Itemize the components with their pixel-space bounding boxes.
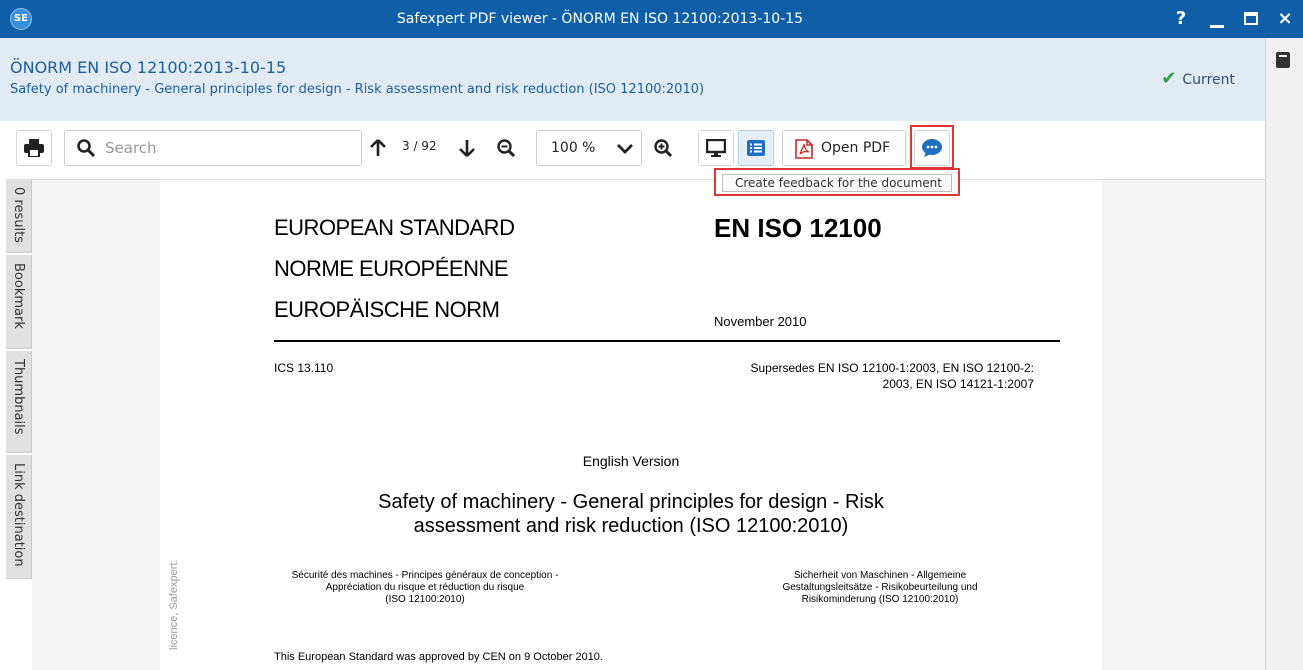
tab-link-destination[interactable]: Link destination <box>6 455 32 579</box>
divider <box>274 340 1060 342</box>
approval-statement: This European Standard was approved by C… <box>274 651 603 663</box>
supersedes-line-2: 2003, EN ISO 14121-1:2007 <box>882 377 1034 391</box>
german-title: Sicherheit von Maschinen - Allgemeine Ge… <box>730 570 1030 606</box>
presentation-mode-button[interactable] <box>698 130 734 166</box>
print-button[interactable] <box>16 130 52 166</box>
tab-label: Bookmark <box>11 263 26 329</box>
main-title-line-1: Safety of machinery - General principles… <box>378 491 884 513</box>
checkmark-icon: ✔ <box>1161 68 1177 89</box>
supersedes-line-1: Supersedes EN ISO 12100-1:2003, EN ISO 1… <box>750 361 1034 375</box>
zoom-in-icon[interactable] <box>654 139 672 157</box>
german-title-line: Risikominderung (ISO 12100:2010) <box>801 594 959 605</box>
licence-watermark: licence, Safexpert. <box>168 559 180 651</box>
list-icon <box>747 140 765 156</box>
document-subtitle: Safety of machinery - General principles… <box>10 82 705 97</box>
search-icon <box>77 139 95 157</box>
status-label: Current <box>1182 72 1235 88</box>
close-button[interactable]: × <box>1272 0 1298 38</box>
next-page-icon[interactable] <box>459 139 475 157</box>
window-title: Safexpert PDF viewer - ÖNORM EN ISO 1210… <box>396 11 804 27</box>
title-bar: SE Safexpert PDF viewer - ÖNORM EN ISO 1… <box>0 0 1303 38</box>
left-side-tabs: 0 results Bookmark Thumbnails Link desti… <box>0 179 32 670</box>
pdf-viewer-window: SE Safexpert PDF viewer - ÖNORM EN ISO 1… <box>0 0 1303 670</box>
publication-date: November 2010 <box>714 314 807 329</box>
right-sidebar <box>1265 38 1303 670</box>
tab-label: 0 results <box>11 187 26 243</box>
document-title: ÖNORM EN ISO 12100:2013-10-15 <box>10 58 287 77</box>
chevron-down-icon <box>617 144 633 154</box>
zoom-select[interactable]: 100 % <box>536 130 642 166</box>
open-pdf-label: Open PDF <box>821 140 891 156</box>
minimize-icon <box>1210 25 1224 28</box>
standard-type-en: EUROPEAN STANDARD <box>274 215 515 240</box>
chat-bubble-icon <box>922 139 942 157</box>
document-header: ÖNORM EN ISO 12100:2013-10-15 Safety of … <box>0 38 1265 121</box>
page-indicator: 3 / 92 <box>402 139 437 153</box>
maximize-button[interactable] <box>1238 0 1264 38</box>
printer-icon <box>24 139 44 157</box>
tab-thumbnails[interactable]: Thumbnails <box>6 351 32 453</box>
search-input[interactable] <box>105 138 345 158</box>
document-viewport[interactable]: licence, Safexpert. EUROPEAN STANDARD NO… <box>32 179 1265 670</box>
main-title-line-2: assessment and risk reduction (ISO 12100… <box>413 515 849 537</box>
minimize-button[interactable] <box>1204 0 1230 38</box>
tab-bookmark[interactable]: Bookmark <box>6 255 32 349</box>
feedback-button[interactable] <box>914 130 950 166</box>
open-pdf-button[interactable]: Open PDF <box>782 130 906 166</box>
pdf-page: licence, Safexpert. EUROPEAN STANDARD NO… <box>160 180 1102 670</box>
status-badge: ✔ Current <box>1161 68 1235 89</box>
maximize-icon <box>1244 12 1258 25</box>
german-title-line: Sicherheit von Maschinen - Allgemeine <box>793 570 967 581</box>
tooltip-highlight: Create feedback for the document <box>714 168 960 196</box>
tab-label: Link destination <box>11 463 26 567</box>
german-title-line: Gestaltungsleitsätze - Risikobeurteilung… <box>782 582 978 593</box>
pdf-file-icon <box>795 139 813 159</box>
feedback-tooltip: Create feedback for the document <box>722 174 952 192</box>
french-title: Sécurité des machines - Principes généra… <box>250 570 600 606</box>
outline-toggle-button[interactable] <box>738 130 774 166</box>
french-title-line: Appréciation du risque et réduction du r… <box>325 582 525 593</box>
standard-type-de: EUROPÄISCHE NORM <box>274 297 500 322</box>
tab-search-results[interactable]: 0 results <box>6 179 32 253</box>
french-title-line: Sécurité des machines - Principes généra… <box>291 570 559 581</box>
viewer-toolbar: 3 / 92 100 % <box>0 121 1265 179</box>
tab-label: Thumbnails <box>11 359 26 435</box>
french-title-line: (ISO 12100:2010) <box>385 594 465 605</box>
help-button[interactable]: ? <box>1168 0 1194 38</box>
search-field[interactable] <box>64 130 362 166</box>
version-label: English Version <box>582 453 680 469</box>
monitor-icon <box>706 139 726 157</box>
standard-number: EN ISO 12100 <box>714 213 882 243</box>
ics-code: ICS 13.110 <box>274 361 334 375</box>
book-icon[interactable] <box>1276 52 1290 68</box>
zoom-value: 100 % <box>551 140 596 156</box>
standard-type-fr: NORME EUROPÉENNE <box>274 256 509 281</box>
zoom-out-icon[interactable] <box>497 139 515 157</box>
previous-page-icon[interactable] <box>370 139 386 157</box>
